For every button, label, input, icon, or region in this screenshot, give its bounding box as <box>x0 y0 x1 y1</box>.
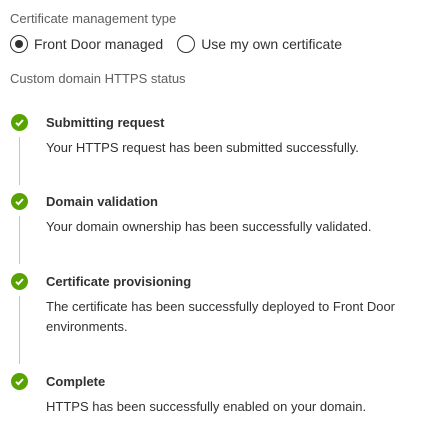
step-title: Domain validation <box>46 194 158 209</box>
check-circle-icon <box>11 114 28 131</box>
timeline-connector <box>19 296 20 364</box>
timeline-connector <box>19 137 20 185</box>
check-circle-icon <box>11 193 28 210</box>
step-title: Certificate provisioning <box>46 274 192 289</box>
check-circle-icon <box>11 273 28 290</box>
timeline-connector <box>19 216 20 264</box>
step-description: Your HTTPS request has been submitted su… <box>46 140 359 155</box>
https-status-timeline: Submitting request Your HTTPS request ha… <box>0 0 427 435</box>
check-circle-icon <box>11 373 28 390</box>
step-description: Your domain ownership has been successfu… <box>46 219 372 234</box>
step-description: HTTPS has been successfully enabled on y… <box>46 399 367 414</box>
step-description: The certificate has been successfully de… <box>46 299 396 334</box>
step-title: Submitting request <box>46 115 165 130</box>
step-title: Complete <box>46 374 106 389</box>
